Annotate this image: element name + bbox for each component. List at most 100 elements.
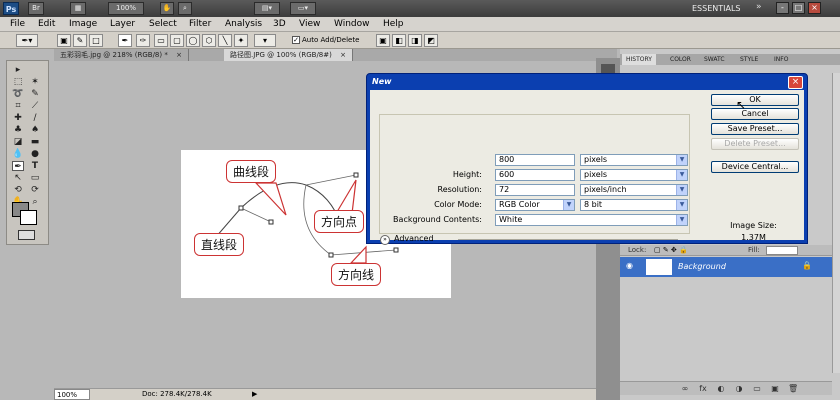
lasso-icon[interactable]: ➰: [12, 89, 24, 99]
paths-button[interactable]: ✎: [73, 34, 87, 47]
quick-select-icon[interactable]: ✎: [29, 89, 41, 99]
history-brush-icon[interactable]: ♠: [29, 125, 41, 135]
menu-image[interactable]: Image: [69, 18, 97, 31]
stamp-icon[interactable]: ♣: [12, 125, 24, 135]
zoom-tool-button[interactable]: ⌕: [178, 2, 192, 15]
status-menu-arrow[interactable]: ▶: [252, 389, 257, 400]
zoom-icon[interactable]: ⌕: [29, 197, 41, 207]
resolution-input[interactable]: 72: [495, 184, 575, 196]
background-contents-select[interactable]: White ▼: [495, 214, 688, 226]
rectangle-option[interactable]: ▭: [154, 34, 168, 47]
delete-layer-icon[interactable]: 🗑: [788, 384, 798, 394]
menu-view[interactable]: View: [299, 18, 320, 31]
zoom-field[interactable]: 100%: [54, 389, 90, 400]
type-icon[interactable]: T: [29, 161, 41, 171]
bridge-button[interactable]: Br: [28, 2, 44, 15]
zoom-level-dropdown[interactable]: 100%: [108, 2, 144, 15]
close-icon[interactable]: ×: [340, 51, 346, 59]
brush-icon[interactable]: ∕: [29, 113, 41, 123]
tab-swatches[interactable]: SWATC: [700, 54, 729, 65]
resolution-unit-select[interactable]: pixels/inch ▼: [580, 184, 688, 196]
blur-icon[interactable]: 💧: [12, 149, 24, 159]
menu-select[interactable]: Select: [149, 18, 177, 31]
custom-shape-option[interactable]: ✦: [234, 34, 248, 47]
auto-add-delete-option[interactable]: ✓ Auto Add/Delete: [292, 34, 359, 47]
close-window-button[interactable]: ×: [808, 2, 821, 14]
crop-icon[interactable]: ⌗: [12, 101, 24, 111]
fill-pixels-button[interactable]: □: [89, 34, 103, 47]
healing-icon[interactable]: ✚: [12, 113, 24, 123]
hand-tool-button[interactable]: ✋: [160, 2, 174, 15]
menu-file[interactable]: File: [10, 18, 25, 31]
lock-icon[interactable]: ▢ ✎ ✥ 🔒: [654, 245, 688, 256]
menu-window[interactable]: Window: [334, 18, 370, 31]
menu-3d[interactable]: 3D: [273, 18, 286, 31]
tool-preset-picker[interactable]: ✒▾: [16, 34, 38, 47]
eraser-icon[interactable]: ◪: [12, 137, 24, 147]
workspace-menu-icon[interactable]: »: [756, 2, 770, 14]
marquee-icon[interactable]: ⬚: [12, 77, 24, 87]
quick-mask-button[interactable]: [18, 230, 35, 240]
layer-row-background[interactable]: ◉ Background 🔒: [620, 257, 832, 277]
path-combine-subtract[interactable]: ◧: [392, 34, 406, 47]
tab-document-feather[interactable]: 五彩羽毛.jpg @ 218% (RGB/8) * ×: [54, 49, 189, 61]
mask-icon[interactable]: ◐: [716, 384, 726, 394]
menu-help[interactable]: Help: [383, 18, 404, 31]
menu-layer[interactable]: Layer: [110, 18, 135, 31]
3d-orbit-icon[interactable]: ⟳: [29, 185, 41, 195]
move-icon[interactable]: ▸: [12, 65, 24, 75]
new-layer-icon[interactable]: ▣: [770, 384, 780, 394]
menu-analysis[interactable]: Analysis: [225, 18, 262, 31]
height-unit-select[interactable]: pixels ▼: [580, 169, 688, 181]
color-mode-select[interactable]: RGB Color ▼: [495, 199, 575, 211]
path-select-icon[interactable]: ↖: [12, 173, 24, 183]
maximize-button[interactable]: □: [792, 2, 805, 14]
freeform-pen-option[interactable]: ✑: [136, 34, 150, 47]
advanced-label[interactable]: Advanced: [394, 233, 434, 245]
adjustment-icon[interactable]: ◑: [734, 384, 744, 394]
shape-icon[interactable]: ▭: [29, 173, 41, 183]
link-layers-icon[interactable]: ∞: [680, 384, 690, 394]
magic-wand-icon[interactable]: ✶: [29, 77, 41, 87]
eye-icon[interactable]: ◉: [626, 261, 636, 271]
menu-filter[interactable]: Filter: [189, 18, 211, 31]
workspace-switcher[interactable]: ESSENTIALS: [692, 2, 741, 15]
path-combine-intersect[interactable]: ◨: [408, 34, 422, 47]
device-central-button[interactable]: Device Central...: [711, 161, 799, 173]
arrange-documents-button[interactable]: ▤▾: [254, 2, 280, 15]
pen-tool-option[interactable]: ✒: [118, 34, 132, 47]
line-option[interactable]: ╲: [218, 34, 232, 47]
advanced-toggle-icon[interactable]: »: [380, 235, 390, 245]
geometry-options-dropdown[interactable]: ▾: [254, 34, 276, 47]
screen-mode-button[interactable]: ▭▾: [290, 2, 316, 15]
fx-icon[interactable]: fx: [698, 384, 708, 394]
path-combine-exclude[interactable]: ◩: [424, 34, 438, 47]
width-input[interactable]: 800: [495, 154, 575, 166]
save-preset-button[interactable]: Save Preset...: [711, 123, 799, 135]
gradient-icon[interactable]: ▬: [29, 137, 41, 147]
polygon-option[interactable]: ⬡: [202, 34, 216, 47]
bit-depth-select[interactable]: 8 bit ▼: [580, 199, 688, 211]
tab-history[interactable]: HISTORY: [622, 54, 656, 65]
path-combine-add[interactable]: ▣: [376, 34, 390, 47]
close-icon[interactable]: ×: [788, 76, 803, 89]
group-icon[interactable]: ▭: [752, 384, 762, 394]
minimize-button[interactable]: -: [776, 2, 789, 14]
shape-layers-button[interactable]: ▣: [57, 34, 71, 47]
cancel-button[interactable]: Cancel: [711, 108, 799, 120]
width-unit-select[interactable]: pixels ▼: [580, 154, 688, 166]
tab-color[interactable]: COLOR: [666, 54, 695, 65]
height-input[interactable]: 600: [495, 169, 575, 181]
view-extras-button[interactable]: ▦: [70, 2, 86, 15]
tab-document-path[interactable]: 路径图.JPG @ 100% (RGB/8#) ×: [224, 49, 353, 61]
pen-icon[interactable]: ✒: [12, 161, 24, 172]
panel-scrollbar[interactable]: [832, 73, 840, 373]
tab-styles[interactable]: STYLE: [736, 54, 762, 65]
tab-info[interactable]: INFO: [770, 54, 792, 65]
3d-rotate-icon[interactable]: ⟲: [12, 185, 24, 195]
ok-button[interactable]: OK: [711, 94, 799, 106]
fill-input[interactable]: [766, 246, 798, 255]
dodge-icon[interactable]: ●: [29, 149, 41, 159]
ellipse-option[interactable]: ◯: [186, 34, 200, 47]
rounded-rect-option[interactable]: ▢: [170, 34, 184, 47]
